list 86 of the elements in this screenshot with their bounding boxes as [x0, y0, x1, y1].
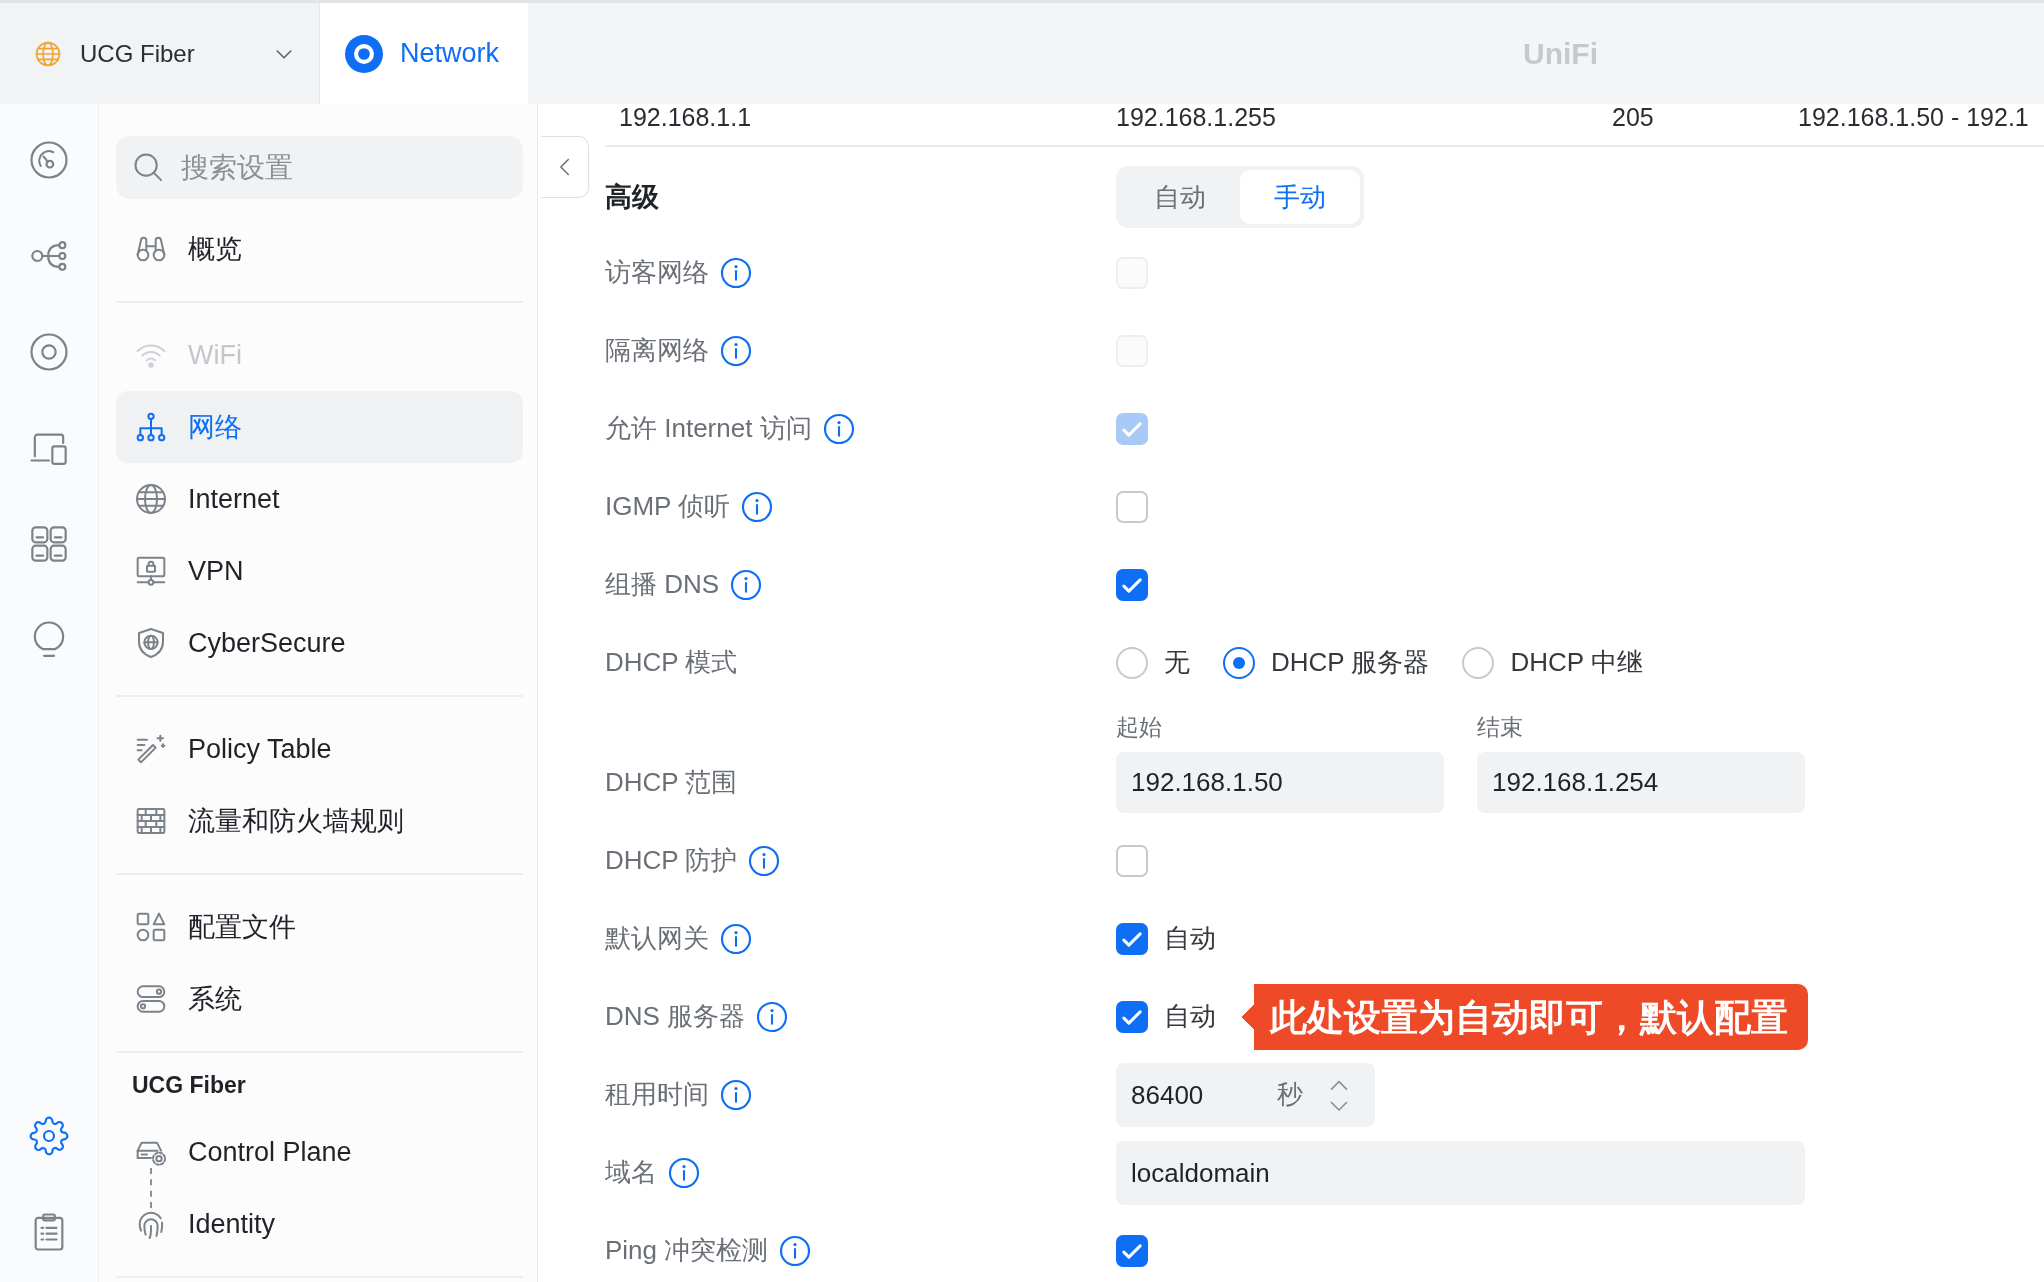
info-icon[interactable] — [720, 923, 752, 955]
sidebar-item[interactable]: 系统 — [116, 963, 523, 1035]
unit-label: 秒 — [1277, 1079, 1303, 1111]
radio-label[interactable]: DHCP 中继 — [1510, 647, 1643, 679]
radio-label[interactable]: DHCP 服务器 — [1271, 647, 1430, 679]
radio-button[interactable] — [1223, 647, 1255, 679]
info-icon[interactable] — [748, 845, 781, 877]
sidebar-item[interactable]: Identity — [116, 1188, 523, 1260]
field-label: 访客网络 — [605, 257, 709, 289]
checkbox-label[interactable]: 自动 — [1164, 1001, 1216, 1033]
search-icon — [133, 152, 163, 182]
settings-icon[interactable] — [29, 1116, 69, 1156]
app-tab[interactable]: Network — [320, 3, 528, 104]
checkbox[interactable] — [1116, 1001, 1148, 1033]
check-icon — [1122, 577, 1142, 593]
checkbox-label[interactable]: 自动 — [1164, 923, 1216, 955]
info-icon[interactable] — [720, 1079, 752, 1111]
hierarchy-icon — [135, 411, 167, 443]
field-label: IGMP 侦听 — [605, 491, 731, 523]
table-cell-text: 205 — [1612, 104, 1655, 133]
field-caption: 起始 — [1116, 714, 1163, 740]
section-heading: UCG Fiber — [131, 1071, 247, 1100]
field-label: 域名 — [605, 1157, 657, 1189]
field-label: DNS 服务器 — [605, 1001, 746, 1033]
globe-icon — [35, 40, 61, 67]
info-icon[interactable] — [756, 1001, 789, 1033]
checkbox[interactable] — [1116, 569, 1148, 601]
field-caption: 结束 — [1477, 714, 1524, 740]
brick-wall-icon — [135, 805, 167, 837]
toggles-icon — [135, 983, 167, 1015]
segment-button[interactable]: 自动 — [1120, 170, 1240, 224]
checkbox[interactable] — [1116, 1235, 1148, 1267]
sidebar-item[interactable]: 配置文件 — [116, 891, 523, 963]
sidebar-item[interactable]: VPN — [116, 535, 523, 607]
radio-button[interactable] — [1116, 647, 1148, 679]
field-label: 租用时间 — [605, 1079, 709, 1111]
grid-icon[interactable] — [29, 524, 69, 564]
checkbox[interactable] — [1116, 491, 1148, 523]
ring-icon[interactable] — [29, 332, 69, 372]
sidebar-item[interactable]: Policy Table — [116, 713, 523, 785]
table-cell-text: 192.168.1.255 — [1116, 104, 1277, 133]
checkbox[interactable] — [1116, 845, 1148, 877]
field-label: 组播 DNS — [605, 569, 720, 601]
chevron-down-icon[interactable] — [1329, 1099, 1349, 1111]
segment-button[interactable]: 手动 — [1240, 170, 1360, 224]
info-icon[interactable] — [730, 569, 763, 601]
search-field[interactable]: 搜索设置 — [116, 136, 523, 199]
input-field[interactable]: 192.168.1.254 — [1477, 752, 1805, 813]
table-cell-text: 192.168.1.50 - 192.1 — [1798, 104, 2030, 133]
input-field[interactable]: 192.168.1.50 — [1116, 752, 1444, 813]
gauge-icon[interactable] — [29, 140, 69, 180]
info-icon[interactable] — [741, 491, 774, 523]
magic-wand-icon — [135, 733, 167, 765]
monitor-lock-icon — [135, 555, 167, 587]
shapes-icon — [135, 911, 167, 943]
segmented-control[interactable]: 自动 手动 — [1116, 166, 1364, 228]
field-label: 允许 Internet 访问 — [605, 413, 812, 445]
check-icon — [1122, 1009, 1142, 1025]
sidebar-item[interactable]: Internet — [116, 463, 523, 535]
sidebar-item[interactable]: CyberSecure — [116, 607, 523, 679]
sidebar-item[interactable]: Control Plane — [116, 1116, 523, 1188]
info-icon[interactable] — [779, 1235, 812, 1267]
field-label: DHCP 防护 — [605, 845, 738, 877]
input-field[interactable]: localdomain — [1116, 1141, 1805, 1205]
field-label: DHCP 模式 — [605, 647, 738, 679]
info-icon[interactable] — [668, 1157, 700, 1189]
sidebar-item[interactable]: 网络 — [116, 391, 523, 463]
globe-icon — [135, 483, 167, 515]
field-label: Ping 冲突检测 — [605, 1235, 769, 1267]
field-label: 隔离网络 — [605, 335, 709, 367]
check-icon — [1122, 931, 1142, 947]
check-icon — [1122, 421, 1142, 437]
table-cell-text: 192.168.1.1 — [619, 104, 753, 133]
check-icon — [1122, 1243, 1142, 1259]
radio-button[interactable] — [1462, 647, 1495, 679]
sidebar-item[interactable]: 流量和防火墙规则 — [116, 785, 523, 857]
sidebar-item[interactable]: 概览 — [116, 213, 523, 285]
checkbox[interactable] — [1116, 923, 1148, 955]
field-label: 默认网关 — [605, 923, 709, 955]
field-label: DHCP 范围 — [605, 766, 738, 799]
ring-icon — [345, 34, 383, 73]
radio-label[interactable]: 无 — [1164, 647, 1190, 679]
annotation-callout: 此处设置为自动即可，默认配置 — [1241, 984, 1808, 1050]
chevron-up-icon[interactable] — [1329, 1079, 1349, 1091]
shield-icon — [135, 627, 167, 659]
section-title: 高级 — [605, 180, 660, 214]
